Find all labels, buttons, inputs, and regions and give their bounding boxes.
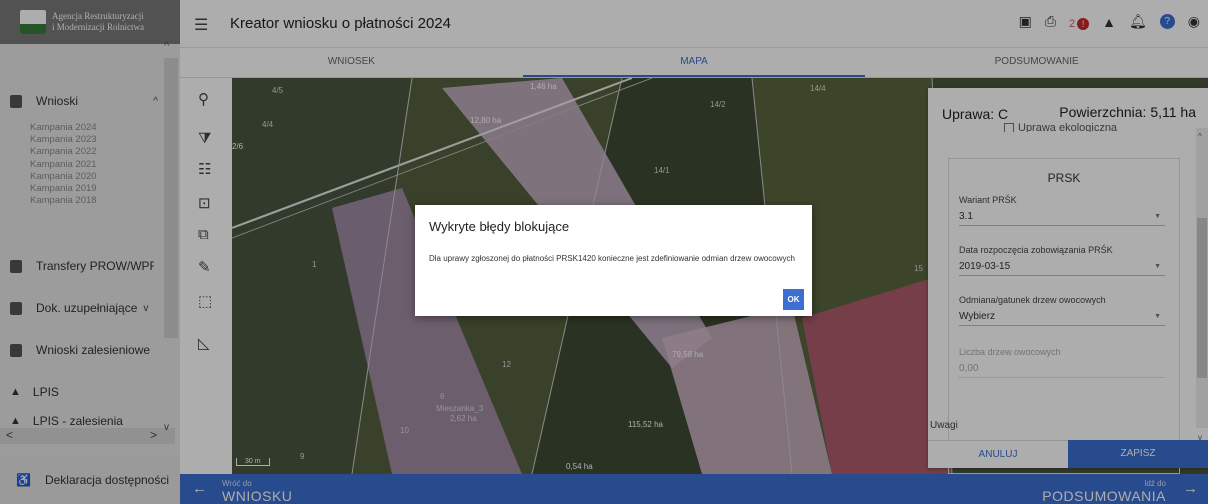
- dialog-title: Wykryte błędy blokujące: [429, 219, 570, 234]
- blocking-errors-dialog: Wykryte błędy blokujące Dla uprawy zgłos…: [415, 205, 812, 316]
- ok-button[interactable]: OK: [783, 289, 804, 310]
- app-root: Agencja Restrukturyzacji i Modernizacji …: [0, 0, 1208, 504]
- dialog-message: Dla uprawy zgłoszonej do płatności PRSK1…: [429, 254, 795, 263]
